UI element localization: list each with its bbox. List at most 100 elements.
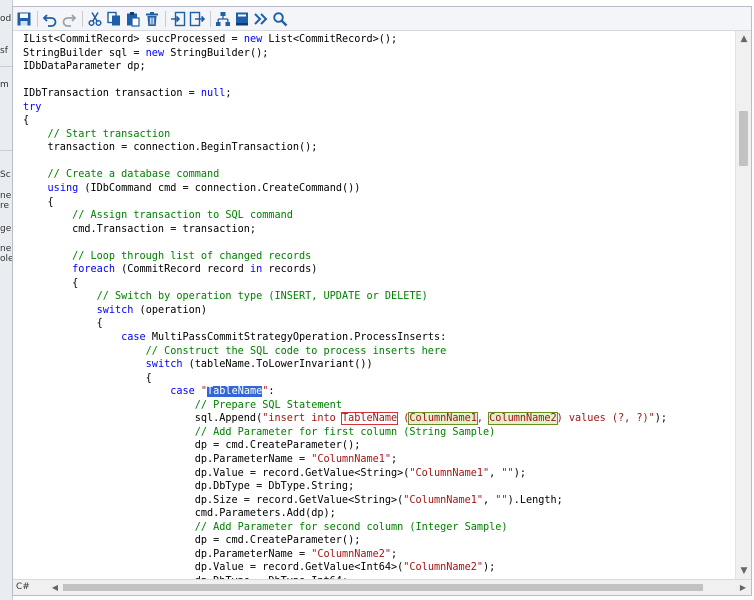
book-icon	[236, 12, 248, 25]
code-token: transaction = connection.BeginTransactio…	[23, 142, 318, 154]
code-line[interactable]: try	[23, 101, 735, 115]
code-line[interactable]: IList<CommitRecord> succProcessed = new …	[23, 33, 735, 47]
code-token: (	[397, 413, 410, 425]
vertical-scrollbar[interactable]: ▲ ▼	[735, 31, 751, 579]
delete-icon	[146, 11, 158, 26]
code-line[interactable]	[23, 155, 735, 169]
code-line[interactable]: cmd.Transaction = transaction;	[23, 223, 735, 237]
search-button[interactable]	[271, 10, 289, 28]
code-line[interactable]: // Create a database command	[23, 168, 735, 182]
background-text: sf	[0, 46, 8, 56]
code-token: ) values (?, ?)"	[556, 413, 655, 425]
scroll-right-icon[interactable]: ▶	[737, 581, 749, 594]
code-line[interactable]: // Prepare SQL Statement	[23, 399, 735, 413]
code-line[interactable]: dp = cmd.CreateParameter();	[23, 534, 735, 548]
code-line[interactable]: switch (operation)	[23, 304, 735, 318]
code-token: ,	[483, 494, 496, 506]
code-token: "ColumnName1"	[311, 453, 392, 465]
code-token: new	[145, 47, 165, 59]
undo-button[interactable]	[41, 10, 59, 28]
search-icon	[273, 11, 288, 26]
code-line[interactable]: using (IDbCommand cmd = connection.Creat…	[23, 182, 735, 196]
code-line[interactable]: foreach (CommitRecord record in records)	[23, 263, 735, 277]
vertical-scroll-thumb[interactable]	[739, 111, 748, 166]
code-line[interactable]: sql.Append("insert into TableName (Colum…	[23, 412, 735, 426]
code-line[interactable]: // Construct the SQL code to process ins…	[23, 345, 735, 359]
code-token: (operation)	[133, 304, 208, 316]
code-token: ,	[489, 467, 502, 479]
scroll-down-icon[interactable]: ▼	[736, 563, 752, 579]
code-token: ;	[225, 88, 232, 100]
delete-button[interactable]	[143, 10, 161, 28]
code-line[interactable]: // Start transaction	[23, 128, 735, 142]
code-token: "ColumnName2"	[403, 562, 484, 574]
save-icon	[17, 12, 31, 25]
code-line[interactable]: {	[23, 114, 735, 128]
scroll-up-icon[interactable]: ▲	[736, 31, 752, 47]
code-line[interactable]: dp.Value = record.GetValue<String>("Colu…	[23, 467, 735, 481]
export-button[interactable]	[188, 10, 206, 28]
code-line[interactable]: case "TableName":	[23, 385, 735, 399]
background-divider	[0, 150, 12, 151]
code-line[interactable]: transaction = connection.BeginTransactio…	[23, 141, 735, 155]
code-area[interactable]: IList<CommitRecord> succProcessed = new …	[13, 31, 735, 579]
code-token: {	[23, 372, 152, 384]
copy-icon	[107, 11, 120, 25]
code-line[interactable]: dp = cmd.CreateParameter();	[23, 439, 735, 453]
horizontal-scrollbar[interactable]: ◀ ▶	[49, 581, 749, 594]
horizontal-scroll-thumb[interactable]	[63, 584, 703, 591]
code-line[interactable]: {	[23, 277, 735, 291]
redo-button[interactable]	[60, 10, 78, 28]
code-line[interactable]: cmd.Parameters.Add(dp);	[23, 507, 735, 521]
code-line[interactable]: IDbDataParameter dp;	[23, 60, 735, 74]
code-token: List<CommitRecord>();	[262, 34, 398, 45]
code-line[interactable]: case MultiPassCommitStrategyOperation.Pr…	[23, 331, 735, 345]
code-token: {	[23, 115, 30, 127]
code-token: "ColumnName2"	[311, 548, 392, 560]
fast-forward-icon	[254, 12, 268, 25]
copy-button[interactable]	[105, 10, 123, 28]
code-token: // Start transaction	[47, 128, 171, 140]
fast-forward-button[interactable]	[252, 10, 270, 28]
code-line[interactable]: IDbTransaction transaction = null;	[23, 87, 735, 101]
toolbar-separator	[82, 10, 83, 27]
paste-button[interactable]	[124, 10, 142, 28]
code-token: (tableName.ToLowerInvariant())	[182, 359, 373, 371]
code-line[interactable]: dp.Size = record.GetValue<String>("Colum…	[23, 494, 735, 508]
code-line[interactable]: {	[23, 372, 735, 386]
code-line[interactable]: // Assign transaction to SQL command	[23, 209, 735, 223]
scroll-left-icon[interactable]: ◀	[49, 581, 61, 594]
cut-button[interactable]	[86, 10, 104, 28]
code-editor[interactable]: IList<CommitRecord> succProcessed = new …	[13, 31, 735, 579]
code-line[interactable]: {	[23, 196, 735, 210]
code-token: // Construct the SQL code to process ins…	[145, 345, 447, 357]
code-line[interactable]: switch (tableName.ToLowerInvariant())	[23, 358, 735, 372]
code-line[interactable]: dp.Value = record.GetValue<Int64>("Colum…	[23, 561, 735, 575]
code-line[interactable]: StringBuilder sql = new StringBuilder();	[23, 47, 735, 61]
book-button[interactable]	[233, 10, 251, 28]
tree-button[interactable]	[214, 10, 232, 28]
code-line[interactable]	[23, 74, 735, 88]
toolbar-separator	[165, 10, 166, 27]
code-line[interactable]: // Switch by operation type (INSERT, UPD…	[23, 290, 735, 304]
undo-icon	[42, 13, 57, 27]
import-button[interactable]	[169, 10, 187, 28]
code-token: dp.ParameterName =	[23, 453, 312, 465]
code-line[interactable]: dp.ParameterName = "ColumnName1";	[23, 453, 735, 467]
code-token: in	[249, 264, 263, 276]
code-token: dp.Value = record.GetValue<Int64>(	[23, 562, 404, 574]
code-line[interactable]: {	[23, 317, 735, 331]
code-line[interactable]: dp.DbType = DbType.String;	[23, 480, 735, 494]
code-line[interactable]: // Add Parameter for second column (Inte…	[23, 521, 735, 535]
tree-icon	[216, 11, 230, 26]
code-token: sql.Append(	[23, 413, 263, 425]
code-token: cmd.Parameters.Add(dp);	[23, 508, 336, 520]
code-line[interactable]: // Loop through list of changed records	[23, 250, 735, 264]
code-line[interactable]: dp.ParameterName = "ColumnName2";	[23, 548, 735, 562]
code-line[interactable]	[23, 236, 735, 250]
code-line[interactable]: // Add Parameter for first column (Strin…	[23, 426, 735, 440]
save-button[interactable]	[15, 10, 33, 28]
